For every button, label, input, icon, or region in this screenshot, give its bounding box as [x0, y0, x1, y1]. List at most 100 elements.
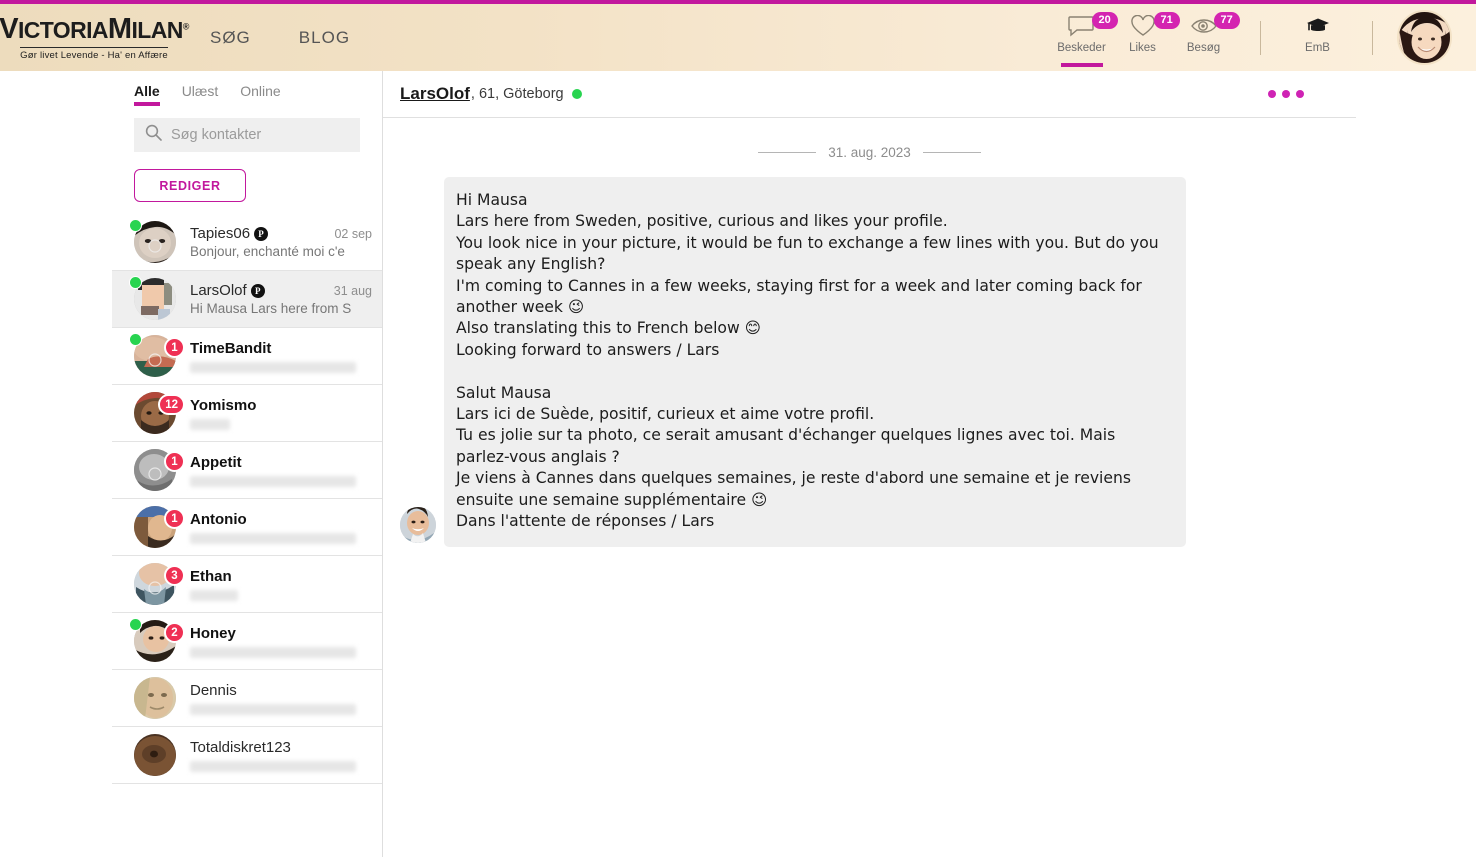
chat-partner-meta: , 61, Göteborg — [470, 86, 564, 102]
contact-search-box[interactable] — [134, 118, 360, 152]
list-item[interactable]: 1 Antonio — [112, 499, 382, 556]
user-avatar[interactable] — [1397, 10, 1452, 65]
contact-preview: Hi Mausa Lars here from S — [190, 301, 352, 316]
contact-info: Appetit — [190, 454, 372, 487]
message-bubble: Hi Mausa Lars here from Sweden, positive… — [444, 177, 1186, 547]
messages-label: Beskeder — [1057, 42, 1106, 54]
dot-3-icon — [1296, 90, 1304, 98]
contact-info: LarsOlof P 31 aug Hi Mausa Lars here fro… — [190, 282, 372, 316]
chat-bubble-icon: 20 — [1067, 12, 1118, 38]
contact-preview — [190, 703, 356, 715]
contact-name: Ethan — [190, 567, 232, 585]
conversations-sidebar: Alle Ulæst Online REDIGER — [112, 71, 383, 857]
message-row: Hi Mausa Lars here from Sweden, positive… — [383, 177, 1356, 547]
header-actions: 20 Beskeder 71 Likes 77 Besøg EmB — [1051, 2, 1476, 73]
list-item[interactable]: Tapies06 P 02 sep Bonjour, enchanté moi … — [112, 214, 382, 271]
header-likes[interactable]: 71 Likes — [1112, 2, 1180, 73]
contact-name: Totaldiskret123 — [190, 738, 291, 756]
tab-ulaest[interactable]: Ulæst — [182, 83, 219, 106]
avatar — [134, 677, 176, 719]
nav-item-sog[interactable]: SØG — [210, 28, 251, 48]
contact-preview — [190, 475, 356, 487]
dot-2-icon — [1282, 90, 1290, 98]
heart-icon: 71 — [1130, 12, 1180, 38]
list-item[interactable]: 12 Yomismo — [112, 385, 382, 442]
contact-info: Honey — [190, 625, 372, 658]
header-visits[interactable]: 77 Besøg — [1173, 2, 1240, 73]
premium-badge-icon: P — [250, 283, 265, 298]
logo-tagline: Gør livet Levende - Ha' en Affære — [20, 46, 168, 61]
contact-date: 31 aug — [333, 283, 372, 298]
premium-badge-icon: P — [254, 226, 269, 241]
contact-info: Totaldiskret123 — [190, 739, 372, 772]
registered-trademark-icon: ® — [182, 20, 190, 31]
main-navigation: SØG BLOG — [210, 28, 350, 48]
contact-info: Antonio — [190, 511, 372, 544]
logo-text-ilan: ILAN — [131, 16, 183, 43]
contact-name: Antonio — [190, 510, 247, 528]
contact-preview: Bonjour, enchanté moi c'e — [190, 244, 345, 259]
list-item[interactable]: Dennis — [112, 670, 382, 727]
search-input[interactable] — [171, 127, 349, 143]
avatar — [134, 734, 176, 776]
visits-label: Besøg — [1186, 42, 1221, 54]
contact-info: Dennis — [190, 682, 372, 715]
list-item[interactable]: 2 Honey — [112, 613, 382, 670]
contact-name: Appetit — [190, 453, 242, 471]
online-indicator — [129, 618, 142, 631]
separator-line-right — [922, 152, 981, 153]
contact-info: TimeBandit — [190, 340, 372, 373]
header-divider-1 — [1260, 20, 1261, 55]
avatar: 12 — [134, 392, 185, 434]
unread-count-badge: 3 — [164, 565, 185, 586]
contact-preview — [190, 418, 230, 430]
online-indicator — [129, 219, 142, 232]
tab-alle[interactable]: Alle — [134, 83, 160, 106]
separator-line-left — [758, 152, 817, 153]
contact-info: Ethan — [190, 568, 372, 601]
avatar — [129, 219, 176, 263]
contact-preview — [190, 760, 356, 772]
contact-date: 02 sep — [334, 226, 372, 241]
nav-item-blog[interactable]: BLOG — [299, 28, 350, 48]
contact-name: Yomismo — [190, 396, 257, 414]
unread-count-badge: 1 — [164, 451, 185, 472]
header-messages[interactable]: 20 Beskeder — [1051, 2, 1118, 73]
list-item[interactable]: LarsOlof P 31 aug Hi Mausa Lars here fro… — [112, 271, 382, 328]
list-item[interactable]: Totaldiskret123 — [112, 727, 382, 784]
avatar — [129, 276, 176, 320]
main-body: Alle Ulæst Online REDIGER — [0, 71, 1476, 857]
list-item[interactable]: 1 Appetit — [112, 442, 382, 499]
search-icon — [145, 124, 162, 146]
contact-preview — [190, 589, 238, 601]
header-divider-2 — [1372, 20, 1373, 55]
list-item[interactable]: 3 Ethan — [112, 556, 382, 613]
header-emb[interactable]: EmB — [1287, 2, 1348, 73]
avatar: 3 — [134, 563, 185, 605]
unread-count-badge: 12 — [158, 394, 185, 415]
unread-count-badge: 1 — [164, 508, 185, 529]
edit-button[interactable]: REDIGER — [134, 169, 246, 202]
chat-partner-name[interactable]: LarsOlof — [400, 84, 470, 104]
unread-count-badge: 2 — [164, 622, 185, 643]
contact-name: TimeBandit — [190, 339, 272, 357]
conversation-filter-tabs: Alle Ulæst Online — [112, 71, 382, 106]
top-header-bar: VICTORIAMILAN® Gør livet Levende - Ha' e… — [0, 0, 1476, 71]
tab-online[interactable]: Online — [240, 83, 280, 106]
date-separator: 31. aug. 2023 — [383, 145, 1356, 160]
list-item[interactable]: 1 TimeBandit — [112, 328, 382, 385]
dot-1-icon — [1268, 90, 1276, 98]
chat-options-button[interactable] — [1268, 90, 1304, 98]
contact-name: Dennis — [190, 681, 237, 699]
eye-icon: 77 — [1190, 12, 1240, 38]
online-indicator — [571, 89, 582, 99]
date-separator-label: 31. aug. 2023 — [828, 145, 911, 160]
avatar: 2 — [129, 618, 185, 662]
avatar: 1 — [134, 506, 185, 548]
site-logo[interactable]: VICTORIAMILAN® Gør livet Levende - Ha' e… — [0, 14, 189, 61]
contact-photo — [134, 734, 176, 776]
graduation-cap-icon — [1305, 14, 1331, 38]
avatar[interactable] — [400, 506, 436, 543]
avatar: 1 — [129, 333, 185, 377]
contact-preview — [190, 361, 356, 373]
